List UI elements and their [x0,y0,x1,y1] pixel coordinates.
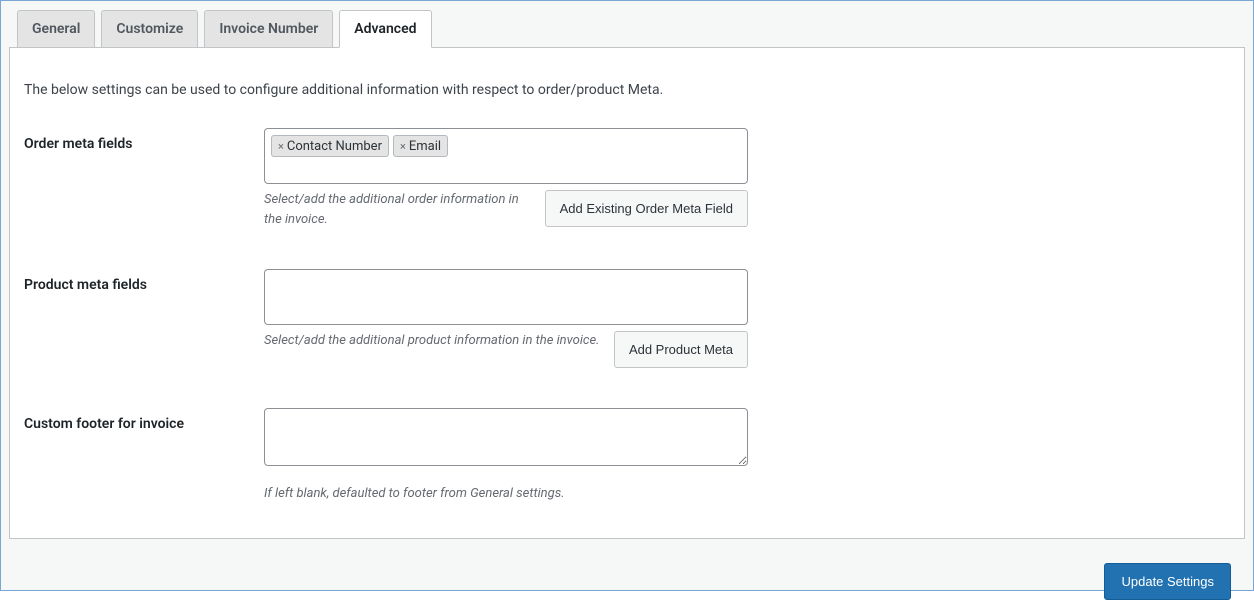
tag-label: Contact Number [287,139,382,154]
help-custom-footer: If left blank, defaulted to footer from … [264,484,764,504]
tag-email[interactable]: × Email [393,135,448,157]
tab-customize[interactable]: Customize [101,10,198,48]
tab-strip: General Customize Invoice Number Advance… [9,9,1245,47]
tag-contact-number[interactable]: × Contact Number [271,135,389,157]
remove-tag-icon[interactable]: × [278,140,284,153]
control-order-meta: × Contact Number × Email Select/add the … [264,128,764,229]
add-product-meta-button[interactable]: Add Product Meta [614,331,748,368]
help-order-meta: Select/add the additional order informat… [264,190,535,229]
tab-invoice-number[interactable]: Invoice Number [204,10,333,48]
row-product-meta: Product meta fields Select/add the addit… [24,269,1230,368]
intro-text: The below settings can be used to config… [24,82,1230,98]
settings-frame: General Customize Invoice Number Advance… [0,0,1254,591]
form-table: Order meta fields × Contact Number × Ema… [24,128,1230,504]
control-product-meta: Select/add the additional product inform… [264,269,764,368]
control-custom-footer: If left blank, defaulted to footer from … [264,408,764,504]
order-meta-tag-input[interactable]: × Contact Number × Email [264,128,748,184]
label-order-meta: Order meta fields [24,128,264,152]
footer-bar: Update Settings [9,547,1245,616]
product-meta-tag-input[interactable] [264,269,748,325]
row-custom-footer: Custom footer for invoice If left blank,… [24,408,1230,504]
label-custom-footer: Custom footer for invoice [24,408,264,432]
tag-label: Email [409,139,441,154]
add-existing-order-meta-button[interactable]: Add Existing Order Meta Field [545,190,748,227]
help-product-meta: Select/add the additional product inform… [264,331,604,351]
row-order-meta: Order meta fields × Contact Number × Ema… [24,128,1230,229]
tab-advanced[interactable]: Advanced [339,10,431,48]
remove-tag-icon[interactable]: × [400,140,406,153]
label-product-meta: Product meta fields [24,269,264,293]
tab-general[interactable]: General [17,10,95,48]
settings-panel: The below settings can be used to config… [9,47,1245,539]
custom-footer-textarea[interactable] [264,408,748,466]
update-settings-button[interactable]: Update Settings [1104,563,1231,600]
